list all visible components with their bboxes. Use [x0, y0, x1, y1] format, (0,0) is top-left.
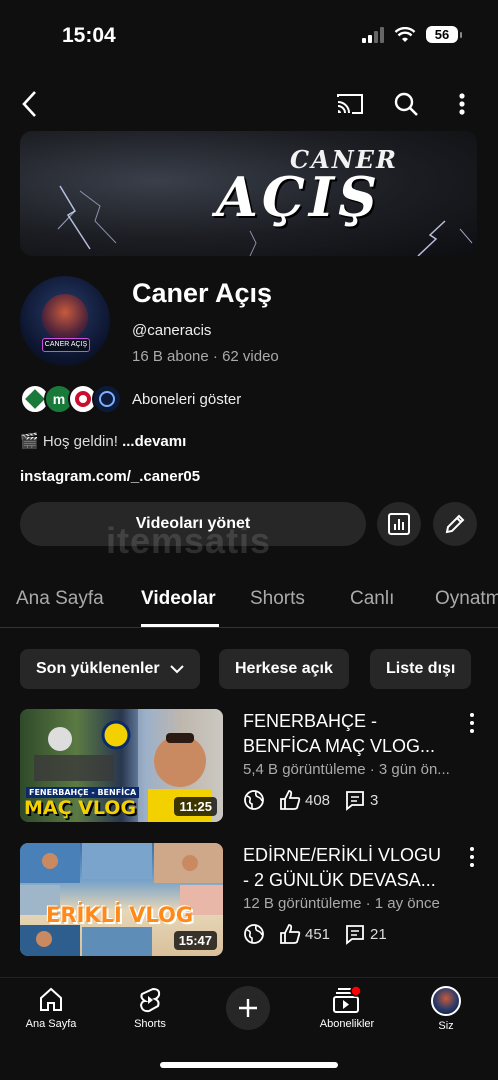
battery-indicator: 56: [426, 26, 462, 43]
video-item[interactable]: ERİKLİ VLOG 15:47 EDİRNE/ERİKLİ VLOGU - …: [20, 843, 478, 959]
likes: 408: [279, 789, 330, 811]
comment-icon: [346, 791, 364, 811]
channel-tabs: Ana Sayfa Videolar Shorts Canlı Oynatma: [0, 570, 498, 628]
comment-count: 21: [370, 925, 387, 943]
video-more-button[interactable]: [466, 713, 478, 733]
video-title[interactable]: EDİRNE/ERİKLİ VLOGU - 2 GÜNLÜK DEVASA...: [243, 843, 458, 893]
comments: 21: [344, 923, 387, 945]
like-count: 451: [305, 925, 331, 943]
comment-count: 3: [370, 791, 379, 809]
search-button[interactable]: [390, 88, 422, 120]
video-title[interactable]: FENERBAHÇE - BENFİCA MAÇ VLOG...: [243, 709, 458, 759]
video-thumbnail[interactable]: ERİKLİ VLOG 15:47: [20, 843, 223, 956]
channel-stats: 16 B abone · 62 video: [132, 348, 279, 365]
shorts-icon: [139, 987, 161, 1013]
status-time: 15:04: [62, 24, 116, 47]
tab-shorts[interactable]: Shorts: [250, 588, 305, 610]
edit-channel-button[interactable]: [433, 502, 477, 546]
pencil-icon: [445, 514, 465, 534]
video-title-line: BENFİCA MAÇ VLOG...: [243, 736, 436, 756]
video-stats: 408 3: [243, 789, 392, 811]
more-vertical-icon: [459, 93, 465, 115]
more-button[interactable]: [446, 88, 478, 120]
avatar-tag: CANER AÇIŞ: [42, 338, 90, 352]
search-icon: [394, 92, 418, 116]
tab-home[interactable]: Ana Sayfa: [16, 588, 104, 610]
filter-unlisted-chip[interactable]: Liste dışı: [370, 649, 472, 689]
thumbnail-caption: ERİKLİ VLOG: [46, 903, 194, 927]
subscriber-avatars[interactable]: m: [20, 384, 122, 414]
back-button[interactable]: [14, 88, 46, 120]
video-duration: 15:47: [173, 931, 217, 950]
thumbs-up-icon: [280, 790, 301, 810]
thumbs-up-icon: [280, 924, 301, 944]
cast-icon: [337, 94, 363, 114]
status-icons: 56: [362, 26, 462, 43]
description-more[interactable]: ...devamı: [122, 433, 186, 450]
tab-live[interactable]: Canlı: [350, 588, 394, 610]
banner-text-main: AÇIŞ: [216, 165, 382, 229]
create-button[interactable]: [226, 986, 270, 1030]
sort-dropdown[interactable]: Son yüklenenler: [20, 649, 200, 689]
video-item[interactable]: FENERBAHÇE - BENFİCA MAÇ VLOG 11:25 FENE…: [20, 709, 478, 825]
video-meta: 5,4 B görüntüleme · 3 gün ön...: [243, 761, 450, 778]
globe-icon: [244, 790, 264, 810]
home-indicator: [160, 1062, 338, 1068]
description-text: 🎬 Hoş geldin!: [20, 433, 123, 450]
nav-subscriptions[interactable]: Abonelikler: [307, 986, 387, 1030]
video-stats: 451 21: [243, 923, 401, 945]
comments: 3: [344, 789, 378, 811]
home-icon: [40, 987, 62, 1011]
channel-handle: @caneracis: [132, 322, 212, 339]
show-subscribers-link[interactable]: Aboneleri göster: [132, 391, 241, 408]
nav-subscriptions-label: Abonelikler: [319, 1018, 375, 1030]
nav-home[interactable]: Ana Sayfa: [11, 986, 91, 1030]
like-count: 408: [305, 791, 331, 809]
sort-label: Son yüklenenler: [36, 660, 160, 677]
tab-videos[interactable]: Videolar: [141, 588, 216, 610]
channel-name: Caner Açış: [132, 278, 273, 308]
thumbnail-caption: MAÇ VLOG: [24, 797, 137, 819]
channel-description[interactable]: 🎬 Hoş geldin! ...devamı: [20, 432, 186, 450]
video-more-button[interactable]: [466, 847, 478, 867]
nav-shorts-label: Shorts: [134, 1018, 166, 1030]
video-title-line: - 2 GÜNLÜK DEVASA...: [243, 870, 436, 890]
video-title-line: FENERBAHÇE -: [243, 711, 378, 731]
status-bar: 15:04 56: [0, 0, 498, 70]
visibility-public[interactable]: [243, 923, 265, 945]
nav-home-label: Ana Sayfa: [25, 1018, 77, 1030]
video-meta: 12 B görüntüleme · 1 ay önce: [243, 895, 440, 912]
cellular-signal-icon: [362, 26, 384, 43]
active-tab-indicator: [141, 624, 219, 627]
profile-avatar: [431, 986, 461, 1016]
avatar-figure: [42, 294, 88, 340]
nav-shorts[interactable]: Shorts: [110, 986, 190, 1030]
top-navigation: [0, 82, 498, 126]
analytics-button[interactable]: [377, 502, 421, 546]
filter-public-chip[interactable]: Herkese açık: [219, 649, 349, 689]
chevron-left-icon: [22, 91, 36, 117]
video-thumbnail[interactable]: FENERBAHÇE - BENFİCA MAÇ VLOG 11:25: [20, 709, 223, 822]
wifi-icon: [394, 26, 416, 42]
nav-you[interactable]: Siz: [406, 986, 486, 1032]
video-duration: 11:25: [174, 797, 217, 816]
channel-banner: CANER AÇIŞ: [20, 131, 477, 256]
video-title-line: EDİRNE/ERİKLİ VLOGU: [243, 845, 442, 865]
manage-videos-button[interactable]: Videoları yönet: [20, 502, 366, 546]
nav-you-label: Siz: [438, 1020, 454, 1032]
visibility-public[interactable]: [243, 789, 265, 811]
globe-icon: [244, 924, 264, 944]
chevron-down-icon: [169, 665, 184, 674]
tab-playlists[interactable]: Oynatma: [435, 588, 498, 610]
cast-button[interactable]: [334, 88, 366, 120]
plus-icon: [239, 999, 257, 1017]
analytics-icon: [388, 513, 410, 535]
channel-link[interactable]: instagram.com/_.caner05: [20, 468, 200, 485]
subscriber-avatar: [92, 384, 122, 414]
subscriptions-icon: [333, 986, 362, 1013]
comment-icon: [346, 925, 364, 945]
channel-avatar[interactable]: CANER AÇIŞ: [20, 276, 110, 366]
likes: 451: [279, 923, 330, 945]
